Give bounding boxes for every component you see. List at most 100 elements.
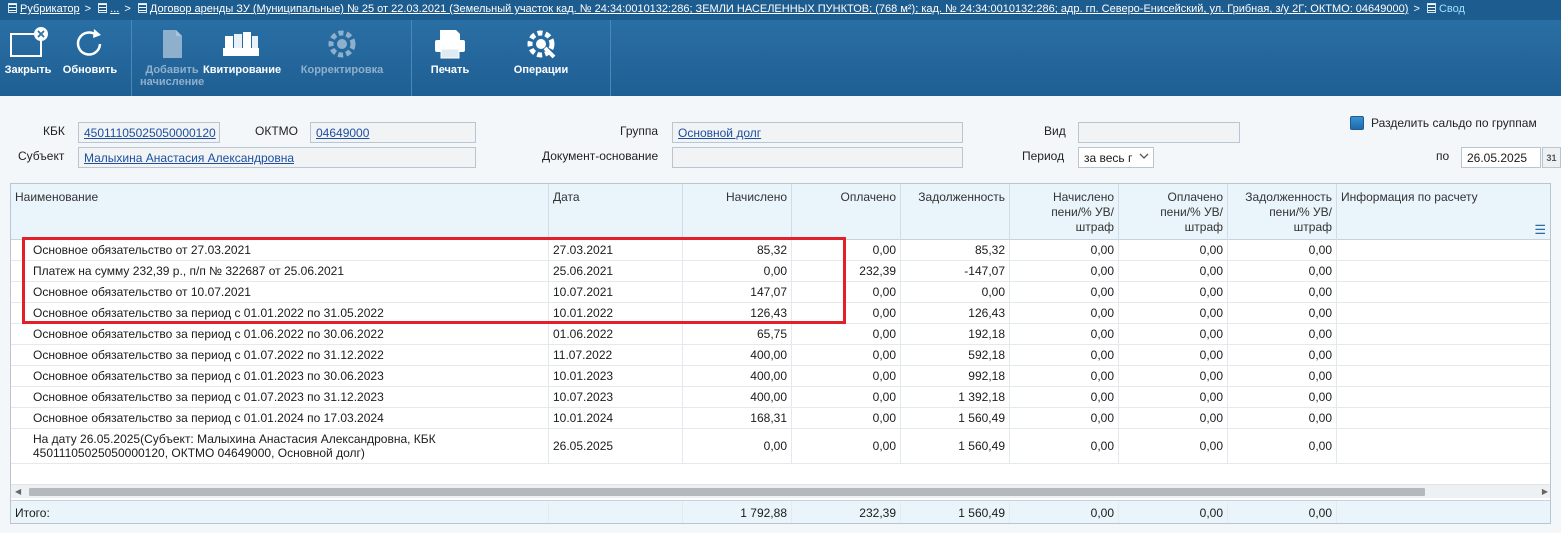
column-menu-icon[interactable]: ☰ [1534, 222, 1546, 238]
cell-name: Основное обязательство от 10.07.2021 [11, 282, 549, 302]
cell-date: 10.07.2023 [549, 387, 683, 407]
column-header-paid[interactable]: Оплачено [792, 184, 901, 240]
cell-accrued: 400,00 [683, 366, 792, 386]
breadcrumb-separator: > [124, 3, 131, 15]
breadcrumb-item-rubricator[interactable]: Рубрикатор [20, 3, 80, 15]
column-header-name[interactable]: Наименование [11, 184, 549, 240]
oktmo-field[interactable]: 04649000 [310, 122, 476, 143]
cell-paid: 232,39 [792, 261, 901, 281]
table-row[interactable]: Основное обязательство от 27.03.2021 27.0… [11, 240, 1550, 261]
column-header-date[interactable]: Дата [549, 184, 683, 240]
kbk-value[interactable]: 45011105025050000120 [84, 126, 216, 140]
breadcrumb-separator: > [84, 3, 92, 15]
to-date-input[interactable]: 26.05.2025 [1461, 147, 1541, 168]
totals-label: Итого: [11, 501, 549, 523]
breadcrumb-item-contract[interactable]: Договор аренды ЗУ (Муниципальные) № 25 о… [150, 3, 1409, 15]
grid-header: Наименование Дата Начислено Оплачено Зад… [11, 184, 1550, 240]
kind-field[interactable] [1078, 122, 1240, 143]
table-row[interactable]: Основное обязательство за период с 01.06… [11, 324, 1550, 345]
cell-debt-pen: 0,00 [1228, 408, 1337, 428]
to-date-value: 26.05.2025 [1467, 151, 1528, 165]
basis-doc-field[interactable] [672, 147, 963, 168]
totals-accrued-penalty: 0,00 [1010, 501, 1119, 523]
breadcrumb-item-ellipsis[interactable]: ... [110, 3, 119, 15]
close-window-icon [10, 27, 48, 57]
split-balance-label: Разделить сальдо по группам [1371, 116, 1537, 130]
cell-info [1337, 261, 1550, 281]
scroll-left-icon[interactable]: ◀ [15, 487, 21, 496]
cell-date: 27.03.2021 [549, 240, 683, 260]
cell-debt-pen: 0,00 [1228, 429, 1337, 463]
receipting-button-label: Квитирование [203, 64, 282, 76]
cell-name: Основное обязательство за период с 01.01… [11, 303, 549, 323]
cell-accrued-pen: 0,00 [1010, 429, 1119, 463]
horizontal-scrollbar[interactable]: ◀ ▶ [11, 484, 1550, 498]
oktmo-value[interactable]: 04649000 [316, 126, 369, 140]
subject-field[interactable]: Малыхина Анастасия Александровна [78, 147, 476, 168]
cell-info [1337, 345, 1550, 365]
print-button[interactable]: Печать [422, 22, 478, 92]
cell-name: Основное обязательство за период с 01.01… [11, 366, 549, 386]
toolbar-divider [610, 20, 611, 96]
column-header-paid-penalty[interactable]: Оплачено пени/% УВ/ штраф [1119, 184, 1228, 240]
table-row[interactable]: Основное обязательство за период с 01.01… [11, 366, 1550, 387]
totals-date-cell [549, 501, 683, 523]
column-header-accrued[interactable]: Начислено [683, 184, 792, 240]
table-row[interactable]: Основное обязательство за период с 01.07… [11, 387, 1550, 408]
add-charge-label-line2: начисление [140, 76, 205, 88]
cell-accrued-pen: 0,00 [1010, 303, 1119, 323]
subject-value[interactable]: Малыхина Анастасия Александровна [84, 151, 294, 165]
table-row[interactable]: Основное обязательство от 10.07.2021 10.0… [11, 282, 1550, 303]
table-row[interactable]: Основное обязательство за период с 01.01… [11, 408, 1550, 429]
cell-info [1337, 240, 1550, 260]
cell-paid-pen: 0,00 [1119, 324, 1228, 344]
period-label: Период [1022, 149, 1065, 163]
split-balance-checkbox[interactable] [1350, 116, 1364, 130]
calendar-icon: 31 [1546, 153, 1557, 163]
cell-debt-pen: 0,00 [1228, 366, 1337, 386]
table-row[interactable]: Платеж на сумму 232,39 р., п/п № 322687 … [11, 261, 1550, 282]
list-icon [137, 3, 147, 13]
add-charge-button[interactable]: Добавить начисление [140, 22, 204, 92]
period-select[interactable]: за весь г [1078, 147, 1154, 168]
receipting-button[interactable]: Квитирование [203, 22, 282, 92]
column-header-debt-penalty[interactable]: Задолженность пени/% УВ/ штраф [1228, 184, 1337, 240]
cell-paid: 0,00 [792, 282, 901, 302]
refresh-button[interactable]: Обновить [60, 22, 120, 92]
cell-accrued-pen: 0,00 [1010, 261, 1119, 281]
cell-paid-pen: 0,00 [1119, 366, 1228, 386]
column-header-accrued-penalty[interactable]: Начислено пени/% УВ/ штраф [1010, 184, 1119, 240]
cell-debt-pen: 0,00 [1228, 303, 1337, 323]
gear-wrench-icon [527, 30, 556, 59]
scrollbar-thumb[interactable] [29, 488, 1425, 496]
table-row[interactable]: На дату 26.05.2025(Субъект: Малыхина Ана… [11, 429, 1550, 464]
cell-debt-pen: 0,00 [1228, 345, 1337, 365]
calendar-button[interactable]: 31 [1542, 147, 1561, 168]
column-header-debt[interactable]: Задолженность [901, 184, 1010, 240]
column-header-info[interactable]: Информация по расчету [1337, 184, 1550, 240]
refresh-icon [76, 29, 102, 56]
cell-date: 26.05.2025 [549, 429, 683, 463]
group-value[interactable]: Основной долг [678, 126, 761, 140]
cell-debt-pen: 0,00 [1228, 387, 1337, 407]
cell-paid-pen: 0,00 [1119, 345, 1228, 365]
correction-button[interactable]: Корректировка [300, 22, 384, 92]
cell-date: 10.01.2024 [549, 408, 683, 428]
cell-accrued-pen: 0,00 [1010, 408, 1119, 428]
cell-accrued-pen: 0,00 [1010, 387, 1119, 407]
group-field[interactable]: Основной долг [672, 122, 963, 143]
totals-paid: 232,39 [792, 501, 901, 523]
operations-button[interactable]: Операции [508, 22, 574, 92]
totals-paid-penalty: 0,00 [1119, 501, 1228, 523]
cell-debt: 85,32 [901, 240, 1010, 260]
table-row[interactable]: Основное обязательство за период с 01.01… [11, 303, 1550, 324]
cell-paid-pen: 0,00 [1119, 282, 1228, 302]
table-row[interactable]: Основное обязательство за период с 01.07… [11, 345, 1550, 366]
scroll-right-icon[interactable]: ▶ [1542, 487, 1548, 496]
cell-debt: 1 392,18 [901, 387, 1010, 407]
kbk-field[interactable]: 45011105025050000120 [78, 122, 220, 143]
close-button[interactable]: Закрыть [0, 22, 56, 92]
cell-paid-pen: 0,00 [1119, 429, 1228, 463]
refresh-button-label: Обновить [62, 64, 118, 76]
cell-debt-pen: 0,00 [1228, 240, 1337, 260]
